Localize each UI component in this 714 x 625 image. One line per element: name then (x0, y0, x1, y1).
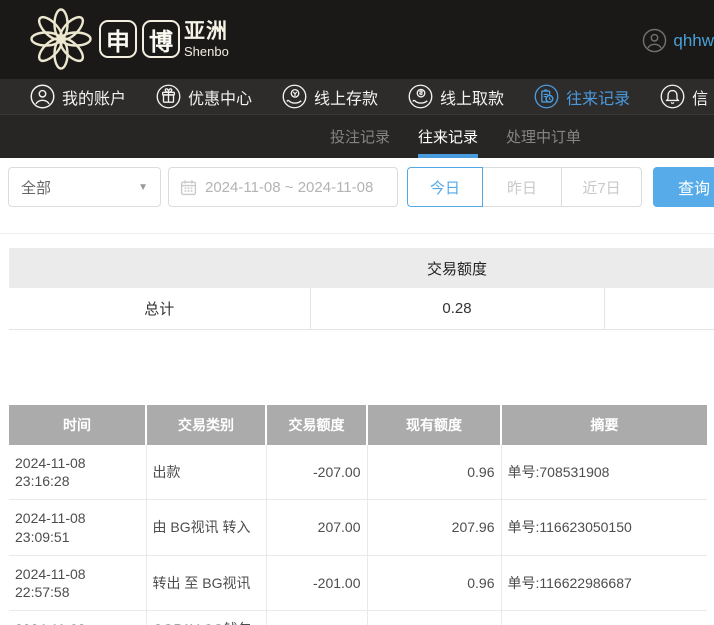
summary-total-row: 总计 0.28 (9, 288, 714, 329)
summary-table: 交易额度 总计 0.28 (9, 248, 714, 330)
cell-note: 单号:708531908 (501, 445, 707, 500)
nav-item-transaction-records[interactable]: 往来记录 (534, 84, 630, 109)
nav-item-label: 信 (692, 85, 708, 109)
nav-item-label: 优惠中心 (188, 85, 252, 109)
cell-time: 2024-11-08 22:57:44 (9, 611, 146, 625)
cell-type: 由 BG视讯 转入 (146, 500, 266, 555)
nav-item-my-account[interactable]: 我的账户 (30, 84, 126, 109)
username-text[interactable]: qhhw (673, 31, 714, 51)
flower-logo-icon (28, 6, 94, 72)
col-header-balance: 现有额度 (367, 405, 501, 445)
gift-icon (156, 84, 181, 109)
type-filter-select[interactable]: 全部 ▼ (8, 167, 161, 207)
tab-transaction-records[interactable]: 往来记录 (418, 115, 478, 158)
cell-balance: 0.96 (367, 555, 501, 610)
summary-header-row: 交易额度 (9, 248, 714, 288)
nav-item-label: 往来记录 (566, 85, 630, 109)
summary-header-empty (9, 248, 310, 288)
shenbo-transaction-records-page: 申 博 亚洲 Shenbo qhhw 我的账户 (0, 0, 714, 625)
cell-balance: 0.96 (367, 445, 501, 500)
cell-amount: 207.00 (266, 500, 367, 555)
user-icon (30, 84, 55, 109)
summary-header-empty2 (604, 248, 714, 288)
bell-icon (660, 84, 685, 109)
withdraw-icon (408, 84, 433, 109)
transactions-table: 时间 交易类别 交易额度 现有额度 摘要 2024-11-08 23:16:28… (9, 405, 707, 625)
col-header-type: 交易类别 (146, 405, 266, 445)
logo-region: 亚洲 Shenbo (184, 21, 229, 58)
cell-note: 单号:116623050150 (501, 500, 707, 555)
main-navigation: 我的账户 优惠中心 线上存款 (0, 79, 714, 114)
table-row: 2024-11-08 23:09:51 由 BG视讯 转入 207.00 207… (9, 500, 707, 555)
top-header: 申 博 亚洲 Shenbo qhhw (0, 0, 714, 79)
cell-time: 2024-11-08 23:09:51 (9, 500, 146, 555)
cell-amount: 1.00 (266, 611, 367, 625)
quick-date-button-group: 今日 昨日 近7日 (407, 167, 642, 207)
nav-item-messages[interactable]: 信 (660, 84, 708, 109)
summary-empty-cell (604, 288, 714, 329)
yesterday-button[interactable]: 昨日 (482, 167, 562, 207)
cell-balance: 201.96 (367, 611, 501, 625)
cell-type: 转出 至 BG视讯 (146, 555, 266, 610)
summary-total-value: 0.28 (310, 288, 604, 329)
record-tabs: 投注记录 往来记录 处理中订单 (0, 114, 714, 158)
logo-brand-en: Shenbo (184, 45, 229, 58)
filter-divider (0, 233, 714, 234)
summary-total-label: 总计 (9, 288, 310, 329)
cell-time: 2024-11-08 22:57:58 (9, 555, 146, 610)
col-header-time: 时间 (9, 405, 146, 445)
nav-item-withdraw[interactable]: 线上取款 (408, 84, 504, 109)
user-account-area[interactable]: qhhw (642, 28, 714, 53)
cell-amount: -207.00 (266, 445, 367, 500)
date-range-input[interactable]: 2024-11-08 ~ 2024-11-08 (168, 167, 398, 207)
table-row: 2024-11-08 22:57:44 CGPAY-CG钱包支付笔笔送优惠 1.… (9, 611, 707, 625)
last-7-days-button[interactable]: 近7日 (561, 167, 642, 207)
date-range-value: 2024-11-08 ~ 2024-11-08 (205, 179, 373, 196)
cell-note: 单号:116622986687 (501, 555, 707, 610)
col-header-note: 摘要 (501, 405, 707, 445)
logo-region-cn: 亚洲 (184, 21, 229, 42)
cell-time: 2024-11-08 23:16:28 (9, 445, 146, 500)
logo-char-bo: 博 (142, 20, 180, 58)
summary-header-amount: 交易额度 (310, 248, 604, 288)
chevron-down-icon: ▼ (138, 182, 148, 193)
transactions-header-row: 时间 交易类别 交易额度 现有额度 摘要 (9, 405, 707, 445)
nav-item-deposit[interactable]: 线上存款 (282, 84, 378, 109)
deposit-icon (282, 84, 307, 109)
records-icon (534, 84, 559, 109)
tab-betting-records[interactable]: 投注记录 (330, 115, 390, 158)
nav-item-promotions[interactable]: 优惠中心 (156, 84, 252, 109)
today-button[interactable]: 今日 (407, 167, 483, 207)
logo-char-shen: 申 (99, 20, 137, 58)
nav-item-label: 线上取款 (440, 85, 504, 109)
cell-note: 单号:202411093776573871 (501, 611, 707, 625)
nav-item-label: 我的账户 (62, 85, 126, 109)
col-header-amount: 交易额度 (266, 405, 367, 445)
avatar-icon (642, 28, 667, 53)
brand-logo[interactable]: 申 博 亚洲 Shenbo (28, 6, 229, 72)
cell-amount: -201.00 (266, 555, 367, 610)
search-button[interactable]: 查询 (653, 167, 714, 207)
cell-balance: 207.96 (367, 500, 501, 555)
table-row: 2024-11-08 23:16:28 出款 -207.00 0.96 单号:7… (9, 445, 707, 500)
nav-item-label: 线上存款 (314, 85, 378, 109)
cell-type: 出款 (146, 445, 266, 500)
table-row: 2024-11-08 22:57:58 转出 至 BG视讯 -201.00 0.… (9, 555, 707, 610)
content-area: 全部 ▼ 2024-11-08 ~ 2024-11-08 今日 昨日 近7日 查… (0, 158, 714, 625)
tab-pending-orders[interactable]: 处理中订单 (506, 115, 581, 158)
calendar-icon (180, 179, 197, 196)
type-filter-value: 全部 (21, 177, 51, 198)
cell-type: CGPAY-CG钱包支付笔笔送优惠 (146, 611, 266, 625)
